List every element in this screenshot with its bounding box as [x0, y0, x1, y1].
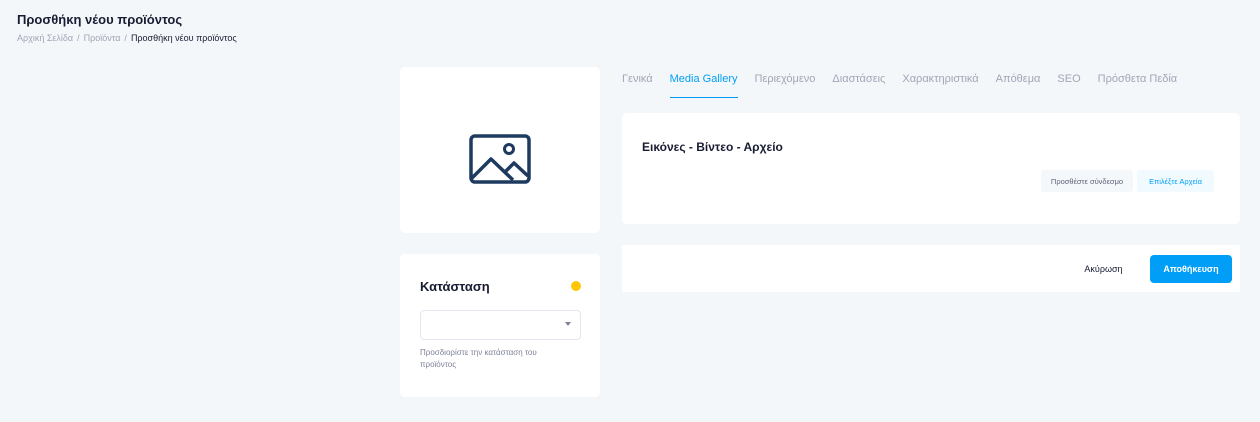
breadcrumb-separator: /: [124, 33, 127, 43]
save-button[interactable]: Αποθήκευση: [1150, 255, 1232, 283]
tab-attributes[interactable]: Χαρακτηριστικά: [902, 67, 978, 98]
choose-files-button[interactable]: Επιλέξτε Αρχεία: [1137, 170, 1214, 192]
breadcrumb-separator: /: [77, 33, 80, 43]
page-title: Προσθήκη νέου προϊόντος: [17, 12, 183, 27]
tab-dimensions[interactable]: Διαστάσεις: [832, 67, 885, 98]
media-gallery-card: Εικόνες - Βίντεο - Αρχείο Προσθέστε σύνδ…: [622, 113, 1240, 224]
status-indicator-dot: [571, 281, 581, 291]
tab-seo[interactable]: SEO: [1057, 67, 1080, 98]
cancel-button[interactable]: Ακύρωση: [1072, 255, 1135, 283]
caret-down-icon: [565, 322, 571, 326]
add-link-button[interactable]: Προσθέστε σύνδεσμο: [1041, 170, 1133, 192]
tab-stock[interactable]: Απόθεμα: [996, 67, 1041, 98]
tab-extra-fields[interactable]: Πρόσθετα Πεδία: [1098, 67, 1178, 98]
product-thumbnail-card: [400, 67, 600, 233]
image-placeholder-icon: [469, 134, 531, 189]
product-tabs: Γενικά Media Gallery Περιεχόμενο Διαστάσ…: [622, 67, 1177, 98]
status-card: Κατάσταση Προσδιορίστε την κατάσταση του…: [400, 254, 600, 397]
breadcrumb: Αρχική Σελίδα / Προϊόντα / Προσθήκη νέου…: [17, 33, 237, 43]
media-gallery-title: Εικόνες - Βίντεο - Αρχείο: [642, 140, 783, 154]
tab-media-gallery[interactable]: Media Gallery: [669, 67, 738, 98]
breadcrumb-products-link[interactable]: Προϊόντα: [84, 33, 121, 43]
form-actions-bar: Ακύρωση Αποθήκευση: [622, 245, 1240, 292]
tab-general[interactable]: Γενικά: [622, 67, 653, 98]
breadcrumb-current: Προσθήκη νέου προϊόντος: [130, 33, 237, 43]
status-help-text: Προσδιορίστε την κατάσταση του προϊόντος: [420, 348, 537, 369]
tab-content[interactable]: Περιεχόμενο: [755, 67, 816, 98]
status-title: Κατάσταση: [420, 279, 490, 294]
breadcrumb-home-link[interactable]: Αρχική Σελίδα: [17, 33, 73, 43]
status-select[interactable]: [420, 310, 581, 340]
